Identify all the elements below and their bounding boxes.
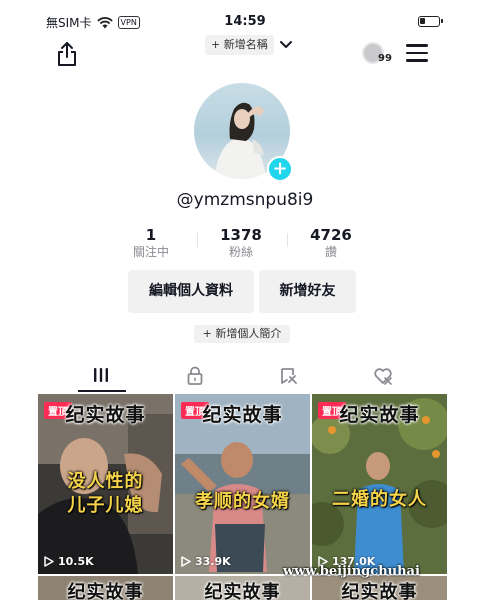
video-thumbnail[interactable]: 置頂 纪实故事 孝顺的女婿 33.9K <box>175 394 310 574</box>
stat-divider <box>197 233 198 247</box>
menu-icon-line <box>406 59 428 62</box>
video-thumbnail[interactable]: 纪实故事 <box>38 576 173 600</box>
followers-count: 1378 <box>220 226 262 244</box>
video-title: 纪实故事 <box>204 582 281 600</box>
followers-label: 粉絲 <box>228 245 253 259</box>
menu-button[interactable] <box>406 44 428 62</box>
profile-visitors-button[interactable]: 99 <box>362 40 396 70</box>
likes-label: 讚 <box>324 245 337 259</box>
followers-stat[interactable]: 1378 粉絲 <box>206 226 276 260</box>
bookmark-icon <box>281 368 297 384</box>
active-tab-indicator <box>78 390 126 392</box>
heart-icon <box>374 368 392 385</box>
view-count: 33.9K <box>181 555 231 568</box>
video-thumbnail[interactable]: 置頂 纪实故事 二婚的女人 137.0K <box>312 394 447 574</box>
share-icon <box>58 42 76 66</box>
menu-icon-line <box>406 51 428 54</box>
grid-icon <box>94 368 108 382</box>
play-icon <box>181 556 191 567</box>
video-title: 纪实故事 <box>341 582 418 600</box>
status-bar: 無SIM卡 VPN 14:59 <box>0 0 490 40</box>
tab-liked[interactable] <box>352 360 412 392</box>
menu-icon-line <box>406 44 428 47</box>
following-label: 關注中 <box>132 245 169 259</box>
video-caption: 二婚的女人 <box>332 489 427 510</box>
add-bio-button[interactable]: + 新增個人簡介 <box>194 325 290 343</box>
view-count: 10.5K <box>44 555 94 568</box>
likes-stat[interactable]: 4726 讚 <box>296 226 366 260</box>
video-title: 纪实故事 <box>67 582 144 600</box>
watermark-text: www.beijingchuhai <box>283 564 420 579</box>
video-title: 纪实故事 <box>202 404 283 426</box>
share-button[interactable] <box>54 40 80 68</box>
video-title: 纪实故事 <box>339 404 420 426</box>
play-icon <box>44 556 54 567</box>
video-title: 纪实故事 <box>65 404 146 426</box>
edit-profile-button[interactable]: 編輯個人資料 <box>128 270 254 313</box>
video-caption: 孝顺的女婿 <box>195 491 290 512</box>
tab-saved[interactable] <box>258 360 318 392</box>
tab-private[interactable] <box>165 360 225 392</box>
status-time: 14:59 <box>224 14 266 29</box>
video-thumbnail[interactable]: 置頂 纪实故事 没人性的 儿子儿媳 10.5K <box>38 394 173 574</box>
tab-videos[interactable] <box>71 360 131 392</box>
profile-tabs <box>54 360 437 392</box>
likes-count: 4726 <box>310 226 352 244</box>
lock-icon <box>187 366 203 385</box>
stat-divider <box>287 233 288 247</box>
visitor-count: 99 <box>378 53 392 64</box>
add-friend-button[interactable]: 新增好友 <box>259 270 356 313</box>
view-count-value: 10.5K <box>58 555 94 568</box>
following-stat[interactable]: 1 關注中 <box>116 226 186 260</box>
battery-icon <box>418 16 443 27</box>
add-avatar-button[interactable]: + <box>267 156 293 182</box>
add-name-button[interactable]: + 新增名稱 <box>205 35 274 55</box>
battery-level <box>420 18 425 24</box>
view-count-value: 33.9K <box>195 555 231 568</box>
chevron-down-icon[interactable] <box>279 39 293 51</box>
username: @ymzmsnpu8i9 <box>176 190 314 210</box>
video-thumbnail[interactable]: 纪实故事 <box>175 576 310 600</box>
following-count: 1 <box>145 226 157 244</box>
video-thumbnail[interactable]: 纪实故事 <box>312 576 447 600</box>
video-caption: 没人性的 儿子儿媳 <box>67 471 144 516</box>
